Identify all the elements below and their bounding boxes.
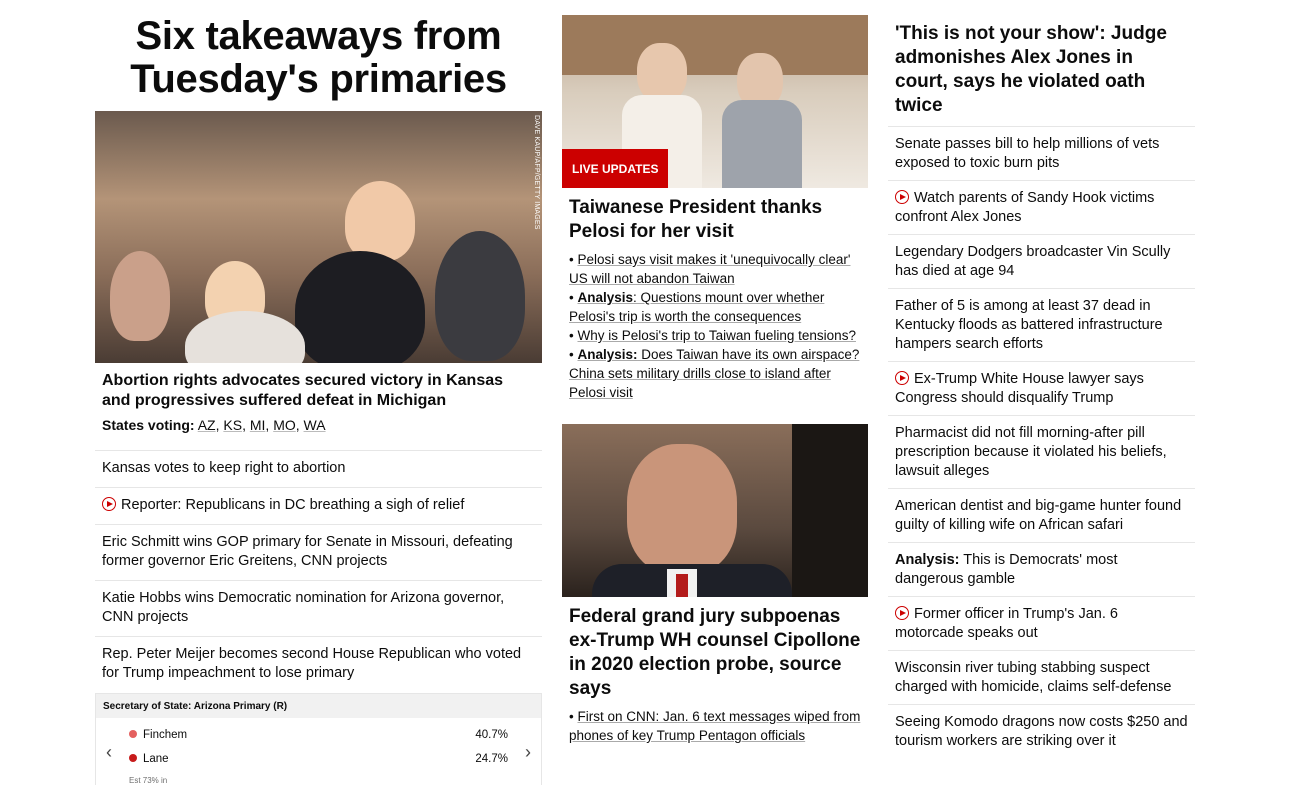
candidate-row: Lane 24.7% — [129, 753, 508, 765]
bullet-item[interactable]: • Why is Pelosi's trip to Taiwan fueling… — [569, 326, 861, 345]
photo-figure — [722, 100, 802, 188]
photo-figure — [185, 311, 305, 363]
list-item-text: Katie Hobbs wins Democratic nomination f… — [102, 590, 505, 625]
list-item[interactable]: Reporter: Republicans in DC breathing a … — [95, 487, 542, 524]
list-item[interactable]: Rep. Peter Meijer becomes second House R… — [95, 636, 542, 693]
story-bullets: • First on CNN: Jan. 6 text messages wip… — [562, 701, 868, 745]
play-icon — [102, 497, 116, 511]
list-item-text: American dentist and big-game hunter fou… — [895, 498, 1182, 533]
party-dot-icon — [129, 754, 137, 762]
list-item-text: Wisconsin river tubing stabbing suspect … — [895, 660, 1172, 695]
live-updates-badge[interactable]: LIVE UPDATES — [562, 149, 669, 188]
photo-figure — [435, 231, 525, 361]
list-item-text: Ex-Trump White House lawyer says Congres… — [895, 371, 1144, 406]
bullet-item[interactable]: • First on CNN: Jan. 6 text messages wip… — [569, 707, 861, 745]
state-link[interactable]: MI — [250, 417, 266, 433]
list-item[interactable]: Father of 5 is among at least 37 dead in… — [888, 288, 1195, 361]
list-item[interactable]: American dentist and big-game hunter fou… — [888, 488, 1195, 542]
states-voting: States voting: AZ, KS, MI, MO, WA — [102, 417, 326, 433]
photo-figure — [345, 181, 415, 261]
list-item-text: Reporter: Republicans in DC breathing a … — [121, 497, 465, 513]
candidate-row: Finchem 40.7% — [129, 729, 508, 741]
list-item-text: Legendary Dodgers broadcaster Vin Scully… — [895, 244, 1171, 279]
hero-title[interactable]: Six takeaways from Tuesday's primaries — [95, 15, 542, 111]
states-label: States voting: — [102, 417, 195, 433]
state-link[interactable]: MO — [273, 417, 296, 433]
list-item[interactable]: Ex-Trump White House lawyer says Congres… — [888, 361, 1195, 415]
right-column: 'This is not your show': Judge admonishe… — [888, 0, 1195, 758]
candidate-pct: 40.7% — [475, 729, 508, 741]
related-list: Kansas votes to keep right to abortion R… — [95, 450, 542, 693]
list-item[interactable]: Seeing Komodo dragons now costs $250 and… — [888, 704, 1195, 758]
state-link[interactable]: AZ — [198, 417, 216, 433]
image-credit: DAVE KAUP/AFP/GETTY IMAGES — [533, 115, 540, 230]
list-item[interactable]: Senate passes bill to help millions of v… — [888, 126, 1195, 180]
list-item[interactable]: Former officer in Trump's Jan. 6 motorca… — [888, 596, 1195, 650]
lead-headline[interactable]: Abortion rights advocates secured victor… — [102, 371, 535, 411]
list-item-text: Rep. Peter Meijer becomes second House R… — [102, 646, 522, 681]
list-item[interactable]: Analysis: This is Democrats' most danger… — [888, 542, 1195, 596]
list-item[interactable]: Pharmacist did not fill morning-after pi… — [888, 415, 1195, 488]
list-item-text: Seeing Komodo dragons now costs $250 and… — [895, 714, 1188, 749]
list-item[interactable]: Katie Hobbs wins Democratic nomination f… — [95, 580, 542, 636]
photo-background — [792, 424, 868, 597]
chevron-left-icon[interactable]: ‹ — [106, 742, 112, 763]
story-bullets: • Pelosi says visit makes it 'unequivoca… — [562, 244, 868, 402]
bullet-text: Why is Pelosi's trip to Taiwan fueling t… — [577, 328, 856, 343]
list-item[interactable]: Legendary Dodgers broadcaster Vin Scully… — [888, 234, 1195, 288]
state-link[interactable]: KS — [223, 417, 242, 433]
candidate-name: Lane — [143, 753, 169, 765]
main-column: Six takeaways from Tuesday's primaries D… — [95, 0, 542, 785]
photo-figure — [676, 574, 688, 597]
list-item-text: Former officer in Trump's Jan. 6 motorca… — [895, 606, 1118, 641]
candidate-name: Finchem — [143, 729, 188, 741]
list-item[interactable]: Kansas votes to keep right to abortion — [95, 450, 542, 487]
bullet-prefix: Analysis — [577, 290, 634, 305]
play-icon — [895, 606, 909, 620]
list-item[interactable]: Wisconsin river tubing stabbing suspect … — [888, 650, 1195, 704]
story-headline[interactable]: Federal grand jury subpoenas ex-Trump WH… — [562, 597, 868, 701]
estimated-reporting: Est 73% in — [129, 776, 168, 785]
results-title[interactable]: Secretary of State: Arizona Primary (R) — [96, 694, 541, 718]
party-dot-icon — [129, 730, 137, 738]
bullet-text: Pelosi says visit makes it 'unequivocall… — [569, 252, 851, 286]
column-headline[interactable]: 'This is not your show': Judge admonishe… — [888, 0, 1195, 126]
photo-figure — [627, 444, 737, 574]
story-image[interactable] — [562, 424, 868, 597]
bullet-prefix: Analysis: — [577, 347, 638, 362]
bullet-item[interactable]: • Analysis: Does Taiwan have its own air… — [569, 345, 861, 402]
photo-figure — [295, 251, 425, 363]
state-link[interactable]: WA — [304, 417, 326, 433]
list-item-text: Senate passes bill to help millions of v… — [895, 136, 1160, 171]
list-item[interactable]: Watch parents of Sandy Hook victims conf… — [888, 180, 1195, 234]
play-icon — [895, 190, 909, 204]
story-headline[interactable]: Taiwanese President thanks Pelosi for he… — [562, 188, 868, 244]
list-item-text: Watch parents of Sandy Hook victims conf… — [895, 190, 1155, 225]
chevron-right-icon[interactable]: › — [525, 742, 531, 763]
hero-image[interactable]: DAVE KAUP/AFP/GETTY IMAGES — [95, 111, 542, 363]
list-item[interactable]: Eric Schmitt wins GOP primary for Senate… — [95, 524, 542, 580]
lead-story: Abortion rights advocates secured victor… — [95, 363, 542, 434]
candidate-pct: 24.7% — [475, 753, 508, 765]
bullet-text: First on CNN: Jan. 6 text messages wiped… — [569, 709, 861, 743]
photo-background — [562, 15, 868, 75]
list-item-text: Kansas votes to keep right to abortion — [102, 460, 346, 476]
story-image[interactable]: LIVE UPDATES — [562, 15, 868, 188]
bullet-item[interactable]: • Analysis: Questions mount over whether… — [569, 288, 861, 326]
election-results-widget: Secretary of State: Arizona Primary (R) … — [95, 693, 542, 785]
play-icon — [895, 371, 909, 385]
list-item-text: Pharmacist did not fill morning-after pi… — [895, 425, 1167, 479]
list-item-prefix: Analysis: — [895, 552, 960, 568]
list-item-text: Father of 5 is among at least 37 dead in… — [895, 298, 1163, 352]
bullet-item[interactable]: • Pelosi says visit makes it 'unequivoca… — [569, 250, 861, 288]
middle-column: LIVE UPDATES Taiwanese President thanks … — [562, 0, 868, 745]
photo-figure — [110, 251, 170, 341]
photo-figure — [637, 43, 687, 103]
list-item-text: Eric Schmitt wins GOP primary for Senate… — [102, 534, 513, 569]
